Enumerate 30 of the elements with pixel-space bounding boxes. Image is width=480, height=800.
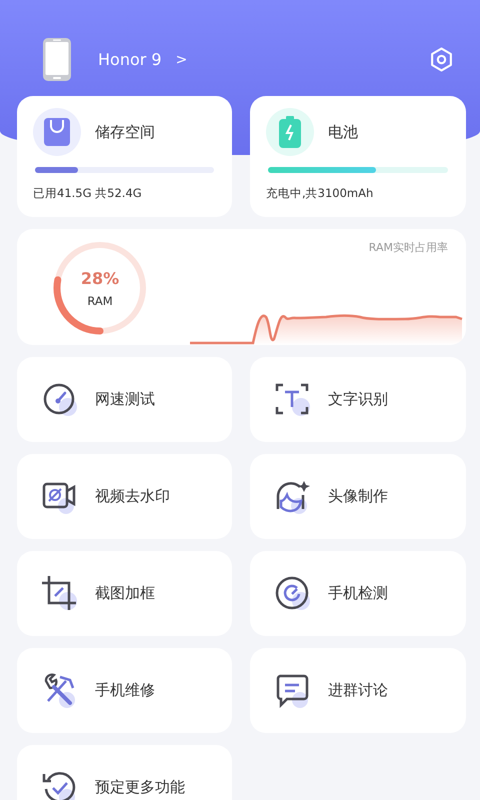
chart-title: RAM实时占用率	[368, 240, 448, 255]
bag-icon	[44, 118, 70, 146]
ram-percent: 28%	[80, 268, 120, 288]
crop-icon	[42, 576, 77, 611]
storage-card[interactable]: 储存空间 已用41.5G 共52.4G	[17, 96, 232, 217]
battery-card[interactable]: 电池 充电中,共3100mAh	[250, 96, 466, 217]
tool-card[interactable]: 进群讨论	[250, 648, 466, 733]
storage-detail: 已用41.5G 共52.4G	[33, 186, 143, 201]
tool-card[interactable]: 视频去水印	[17, 454, 232, 539]
tool-card[interactable]: 头像制作	[250, 454, 466, 539]
gauge-icon	[275, 576, 310, 611]
tool-card[interactable]: 网速测试	[17, 357, 232, 442]
phone-icon	[43, 38, 71, 81]
avatar-icon	[275, 479, 310, 514]
tool-card[interactable]: 手机维修	[17, 648, 232, 733]
ram-label: RAM	[87, 294, 113, 308]
refresh-check-icon	[42, 770, 77, 800]
chat-icon	[275, 673, 310, 708]
battery-icon	[279, 116, 301, 148]
tool-card[interactable]: 文字识别	[250, 357, 466, 442]
tool-card[interactable]: 截图加框	[17, 551, 232, 636]
battery-title: 电池	[328, 122, 358, 142]
tool-card[interactable]: 手机检测	[250, 551, 466, 636]
storage-title: 储存空间	[95, 122, 155, 142]
speedometer-icon	[42, 382, 77, 417]
battery-detail: 充电中,共3100mAh	[266, 186, 374, 201]
tool-card[interactable]: 预定更多功能	[17, 745, 232, 800]
settings-icon[interactable]	[429, 47, 454, 72]
wrench-hammer-icon	[42, 673, 77, 708]
text-scan-icon	[275, 382, 310, 417]
